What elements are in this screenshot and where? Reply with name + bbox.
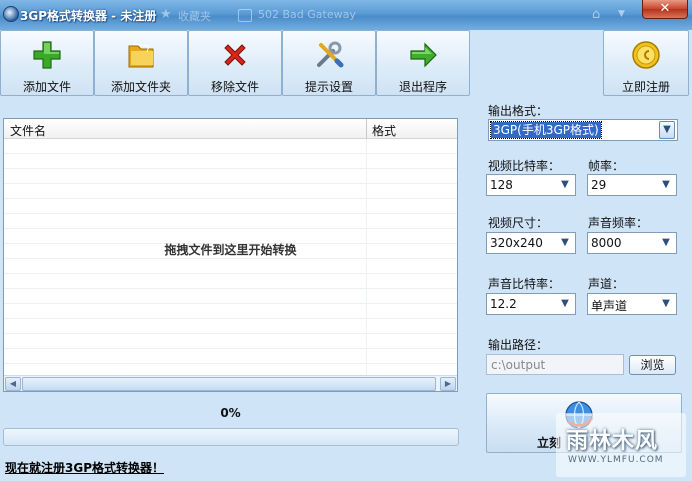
channels-value: 单声道	[591, 299, 628, 313]
file-list[interactable]: 文件名 格式 拖拽文件到这里开始转换 ◀ ▶	[3, 118, 458, 392]
video-size-value: 320x240	[490, 236, 543, 250]
video-size-select[interactable]: 320x240 ▼	[486, 232, 576, 254]
folder-icon	[128, 43, 154, 68]
column-format[interactable]: 格式	[372, 122, 396, 139]
scroll-left-icon[interactable]: ◀	[5, 377, 21, 391]
output-format-label: 输出格式：	[488, 104, 549, 118]
watermark: 雨林木风 WWW.YLMFU.COM	[556, 413, 686, 477]
watermark-url: WWW.YLMFU.COM	[568, 455, 664, 465]
video-size-label: 视频尺寸：	[488, 216, 549, 230]
output-path-value: c:\output	[491, 358, 546, 372]
audio-frequency-label: 声音频率：	[588, 216, 649, 230]
window-title: 3GP格式转换器 - 未注册	[20, 9, 157, 23]
chevron-down-icon[interactable]: ▼	[659, 121, 675, 139]
scroll-right-icon[interactable]: ▶	[440, 377, 456, 391]
settings-tools-icon	[317, 41, 344, 68]
frame-rate-select[interactable]: 29 ▼	[587, 174, 677, 196]
file-list-header: 文件名 格式	[4, 119, 457, 139]
column-separator[interactable]	[366, 119, 367, 139]
ghost-bookmarks: 收藏夹	[178, 10, 211, 23]
register-now-label: 立即注册	[621, 80, 670, 94]
chevron-down-icon[interactable]: ▼	[557, 296, 573, 312]
title-bar: 3GP格式转换器 - 未注册 ★ 收藏夹 502 Bad Gateway ⌂ ▼…	[0, 0, 692, 30]
remove-icon	[224, 44, 246, 66]
prompt-settings-label: 提示设置	[304, 80, 353, 94]
channels-select[interactable]: 单声道 ▼	[587, 293, 677, 315]
frame-rate-label: 帧率：	[588, 159, 625, 173]
coin-icon	[632, 41, 660, 69]
column-filename[interactable]: 文件名	[10, 122, 46, 139]
add-file-icon	[33, 41, 61, 69]
chevron-down-icon[interactable]: ▼	[658, 177, 674, 193]
audio-bitrate-value: 12.2	[490, 297, 517, 311]
chevron-down-icon: ▼	[618, 9, 625, 19]
audio-bitrate-select[interactable]: 12.2 ▼	[486, 293, 576, 315]
chevron-down-icon[interactable]: ▼	[658, 235, 674, 251]
exit-program-button[interactable]: 退出程序	[376, 30, 470, 96]
app-icon	[3, 6, 19, 22]
output-format-select[interactable]: 3GP(手机3GP格式) ▼	[488, 119, 678, 141]
scrollbar-thumb[interactable]	[22, 377, 436, 391]
audio-frequency-value: 8000	[591, 236, 622, 250]
frame-rate-value: 29	[591, 178, 607, 192]
close-button[interactable]: ✕	[642, 0, 688, 19]
add-folder-label: 添加文件夹	[110, 80, 171, 94]
output-path-label: 输出路径：	[488, 338, 549, 352]
output-path-input[interactable]: c:\output	[486, 354, 624, 375]
chevron-down-icon[interactable]: ▼	[557, 235, 573, 251]
add-file-label: 添加文件	[22, 80, 71, 94]
register-link[interactable]: 现在就注册3GP格式转换器！	[5, 459, 164, 476]
video-bitrate-select[interactable]: 128 ▼	[486, 174, 576, 196]
favorites-star-icon: ★	[160, 7, 172, 22]
home-icon: ⌂	[592, 7, 601, 22]
add-folder-button[interactable]: 添加文件夹	[94, 30, 188, 96]
output-format-value: 3GP(手机3GP格式)	[490, 121, 602, 139]
watermark-text: 雨林木风	[566, 429, 659, 454]
audio-bitrate-label: 声音比特率：	[488, 277, 561, 291]
add-file-button[interactable]: 添加文件	[0, 30, 94, 96]
video-bitrate-label: 视频比特率：	[488, 159, 561, 173]
ghost-page-icon	[238, 9, 252, 22]
remove-file-button[interactable]: 移除文件	[188, 30, 282, 96]
video-bitrate-value: 128	[490, 178, 513, 192]
prompt-settings-button[interactable]: 提示设置	[282, 30, 376, 96]
register-now-button[interactable]: 立即注册	[603, 30, 689, 96]
remove-file-label: 移除文件	[210, 80, 259, 94]
exit-program-label: 退出程序	[398, 80, 447, 94]
ghost-tab-title: 502 Bad Gateway	[258, 8, 356, 21]
chevron-down-icon[interactable]: ▼	[557, 177, 573, 193]
progress-percent: 0%	[220, 406, 241, 420]
browse-button[interactable]: 浏览	[629, 355, 676, 375]
progress-bar	[3, 428, 459, 446]
exit-arrow-icon	[410, 42, 437, 68]
channels-label: 声道：	[588, 277, 625, 291]
drop-hint: 拖拽文件到这里开始转换	[164, 243, 297, 257]
horizontal-scrollbar[interactable]: ◀ ▶	[4, 375, 457, 391]
chevron-down-icon[interactable]: ▼	[658, 296, 674, 312]
audio-frequency-select[interactable]: 8000 ▼	[587, 232, 677, 254]
